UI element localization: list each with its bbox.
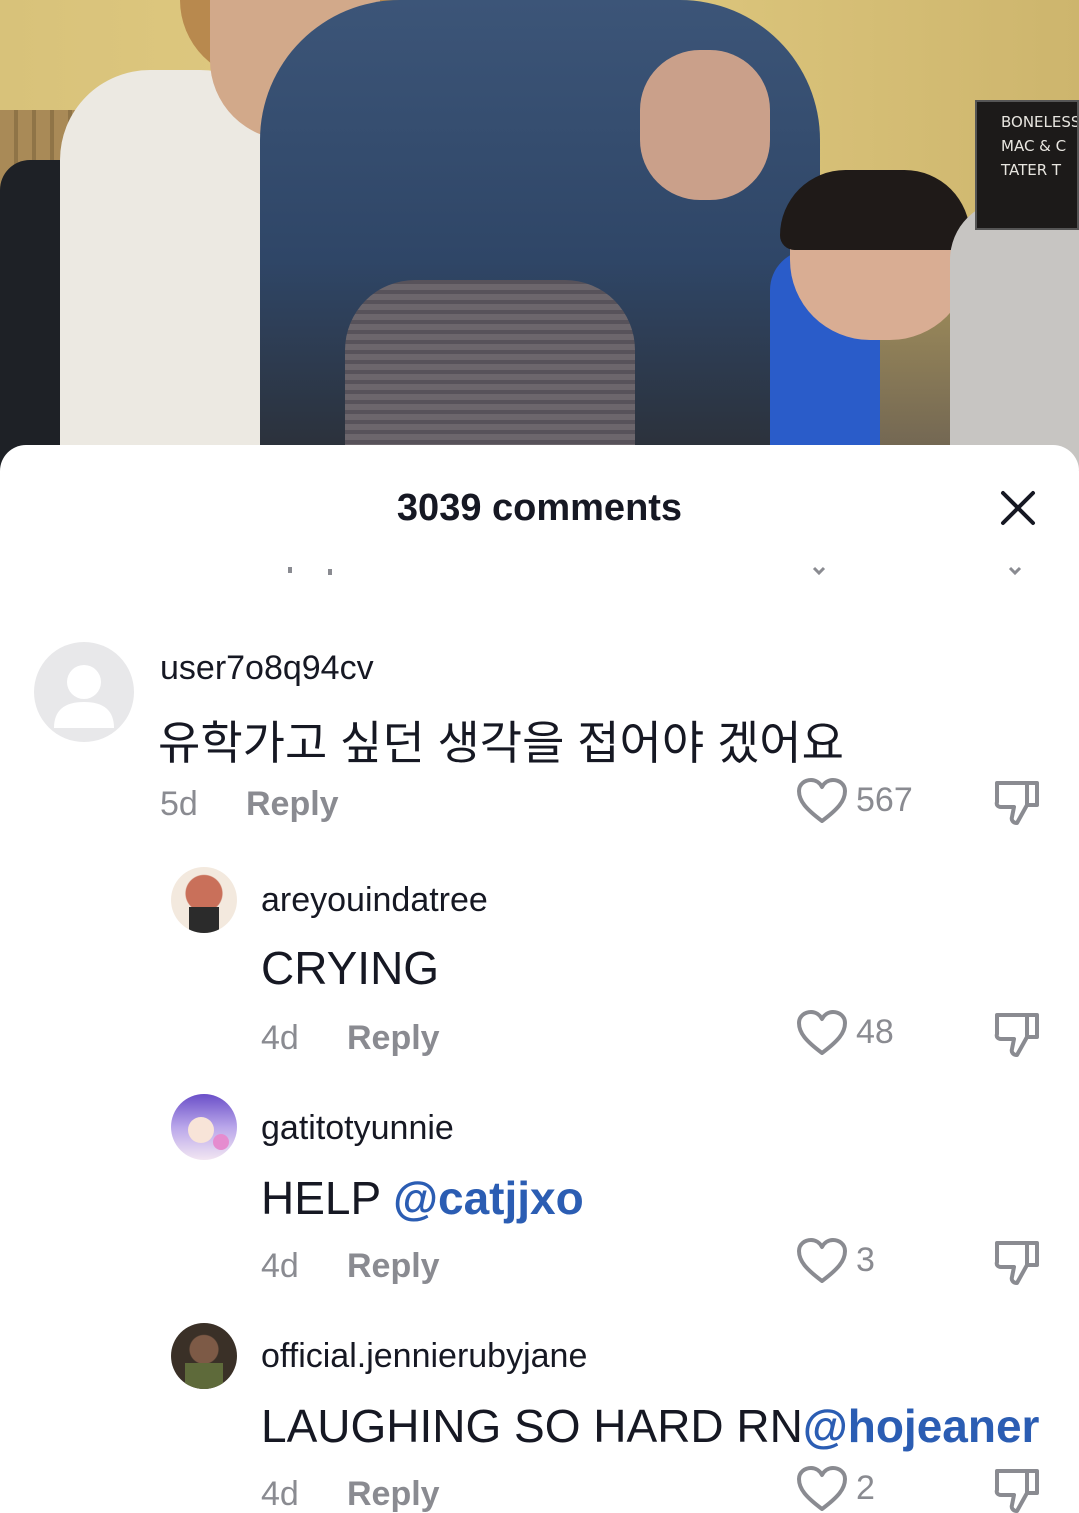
thumbs-down-icon [994, 1469, 1039, 1513]
anime-avatar-icon [188, 1117, 229, 1150]
comment-username[interactable]: official.jennierubyjane [261, 1337, 587, 1376]
sign-line: TATER T [1001, 161, 1062, 179]
close-icon [1001, 491, 1035, 525]
default-avatar-icon [54, 665, 114, 728]
like-button[interactable]: 48 [796, 1009, 916, 1059]
heart-icon [797, 778, 847, 823]
comment-body: LAUGHING SO HARD RN [261, 1400, 803, 1452]
mention-link[interactable]: @hojeaner [803, 1400, 1040, 1452]
comment-text: HELP @catjjxo [261, 1171, 584, 1225]
video-player[interactable]: BONELESS MAC & C TATER T [0, 0, 1079, 470]
video-person-grey-hoodie [950, 200, 1079, 470]
comment-timestamp: 4d [261, 1019, 299, 1057]
heart-icon [797, 1010, 847, 1055]
close-button[interactable] [993, 483, 1043, 533]
thumbs-down-icon [994, 1013, 1039, 1057]
dislike-button[interactable] [991, 1009, 1043, 1061]
comment-username[interactable]: areyouindatree [261, 881, 488, 920]
like-button[interactable]: 3 [796, 1237, 916, 1287]
comment-timestamp: 5d [160, 785, 198, 823]
comment-timestamp: 4d [261, 1475, 299, 1513]
comment-username[interactable]: gatitotyunnie [261, 1109, 454, 1148]
reply-button[interactable]: Reply [347, 1475, 440, 1513]
comment-timestamp: 4d [261, 1247, 299, 1285]
dislike-button[interactable] [991, 1465, 1043, 1513]
comment-text: LAUGHING SO HARD RN@hojeaner [261, 1399, 1039, 1453]
reply-button[interactable]: Reply [347, 1019, 440, 1058]
user-avatar-icon [189, 907, 219, 933]
like-count: 2 [856, 1469, 875, 1507]
comment-text: CRYING [261, 941, 439, 995]
video-person-head-2 [640, 50, 770, 200]
comment-body: HELP [261, 1172, 394, 1224]
sign-line: MAC & C [1001, 137, 1067, 155]
avatar[interactable] [171, 867, 237, 933]
reply-button[interactable]: Reply [347, 1247, 440, 1286]
avatar[interactable] [34, 642, 134, 742]
scrolled-off-remnant [288, 566, 1022, 576]
heart-icon [797, 1466, 847, 1511]
like-count: 3 [856, 1241, 875, 1279]
like-button[interactable]: 2 [796, 1465, 916, 1513]
reply-button[interactable]: Reply [246, 785, 339, 824]
comment-username[interactable]: user7o8q94cv [160, 649, 374, 688]
comment-body: 유학가고 싶던 생각을 접어야 겠어요 [158, 717, 844, 769]
video-menu-sign: BONELESS MAC & C TATER T [975, 100, 1079, 230]
user-avatar-icon [185, 1363, 223, 1389]
thumbs-down-icon [994, 1241, 1039, 1285]
dislike-button[interactable] [991, 777, 1043, 829]
video-backpack-center [345, 280, 635, 470]
video-person-hair-3 [780, 170, 970, 250]
like-count: 48 [856, 1013, 894, 1051]
like-button[interactable]: 567 [796, 777, 916, 827]
heart-icon [797, 1238, 847, 1283]
comments-sheet: 3039 comments user7o8q94cv 유학가고 싶던 생각을 접… [0, 445, 1079, 1513]
mention-link[interactable]: @catjjxo [393, 1172, 584, 1224]
sign-line: BONELESS [1001, 113, 1079, 131]
like-count: 567 [856, 781, 913, 819]
dislike-button[interactable] [991, 1237, 1043, 1289]
thumbs-down-icon [994, 781, 1039, 825]
comment-body: CRYING [261, 942, 440, 994]
comments-count-title: 3039 comments [396, 487, 683, 529]
avatar[interactable] [171, 1094, 237, 1160]
comment-text: 유학가고 싶던 생각을 접어야 겠어요 [158, 707, 844, 773]
avatar[interactable] [171, 1323, 237, 1389]
